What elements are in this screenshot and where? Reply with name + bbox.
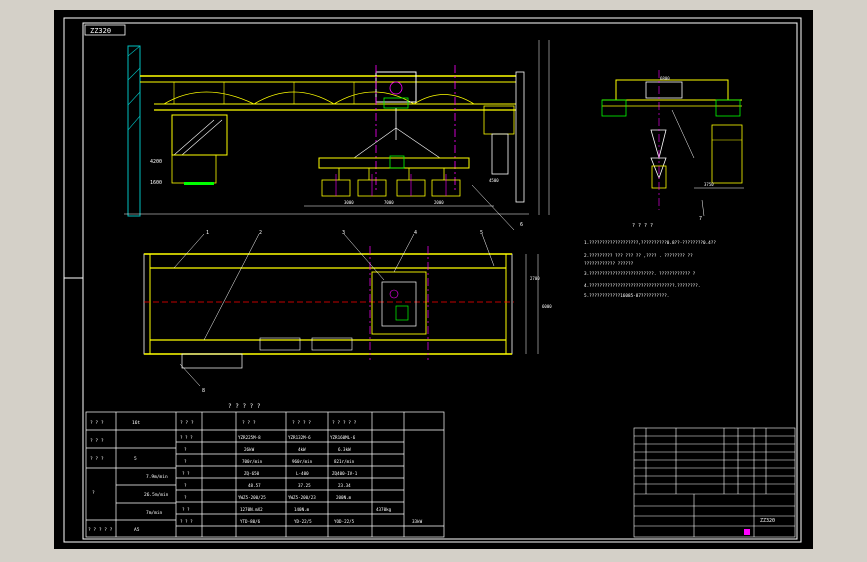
- spec-lift: 5: [134, 456, 137, 462]
- notes-title: ? ? ? ?: [632, 223, 653, 229]
- row-label-4: ?: [92, 490, 95, 496]
- note-1: 1.???????????????????,??????????0.8??-??…: [584, 240, 716, 246]
- row-label-3: ? ? ?: [90, 456, 104, 462]
- spec-speed-2: 26.5m/min: [144, 492, 169, 498]
- row-3-c2: L-400: [296, 471, 309, 476]
- col-head-1: ? ? ?: [242, 420, 256, 426]
- dim-2700: 2700: [530, 276, 540, 281]
- row-0-c3: YZR160ML-6: [330, 435, 356, 440]
- row-4-label: ?: [184, 483, 187, 488]
- dim-6800: 6800: [660, 76, 670, 81]
- row-7-label: ? ? ?: [180, 519, 193, 524]
- dim-4500: 4500: [489, 178, 499, 183]
- spec-capacity: 16t: [132, 420, 140, 426]
- row-7-c1: YTD-80/6: [240, 519, 261, 524]
- row-7-c2: YD-22/5: [294, 519, 312, 524]
- row-label-2: ? ? ?: [90, 438, 104, 444]
- col-head-0: ? ? ?: [180, 420, 194, 426]
- drawing-canvas: ZZ320 1600 4200 3000 7000 2000 4500 6 68…: [63, 17, 802, 543]
- spec-speed-3: 7m/min: [146, 510, 163, 516]
- row-1-c2: 4kW: [298, 447, 306, 452]
- row-6-label: ? ?: [182, 507, 190, 512]
- note-2b: ???????????? ??????: [584, 261, 634, 267]
- callout-6: 6: [520, 222, 523, 228]
- row-3-c1: ZQ-650: [244, 471, 260, 476]
- row-6-c1: 1270N.mX2: [240, 507, 263, 512]
- row-1-c1: 26kW: [244, 447, 255, 452]
- dim-7000: 7000: [384, 200, 394, 205]
- row-5-c1: YWZ5-200/25: [238, 495, 266, 500]
- row-label-1: ? ? ?: [90, 420, 104, 426]
- table-title: ? ? ? ? ?: [228, 403, 261, 410]
- col-head-2: ? ? ? ?: [292, 420, 311, 426]
- row-1-c3: 6.3kW: [338, 447, 351, 452]
- cad-viewport: ZZ320 1600 4200 3000 7000 2000 4500 6 68…: [0, 0, 867, 562]
- col-head-3: ? ? ? ? ?: [332, 420, 357, 426]
- callout-8: 8: [202, 388, 205, 394]
- dim-3000: 3000: [344, 200, 354, 205]
- row-2-label: ?: [184, 459, 187, 464]
- note-4: 4.?????????????????????????????????.????…: [584, 283, 700, 289]
- row-4-c2: 37.25: [298, 483, 311, 488]
- dim-1600: 1600: [150, 180, 162, 186]
- dim-6000: 6000: [542, 304, 552, 309]
- spec-rows: ? ? ? YZR225M-8 YZR132M-6 YZR160ML-6 ? 2…: [180, 435, 423, 524]
- row-6-c3: 4370kg: [376, 507, 392, 512]
- note-5: 5.????????????16085-87??????????.: [584, 293, 669, 299]
- row-5-label: ?: [184, 495, 187, 500]
- callout-7: 7: [699, 216, 702, 222]
- row-3-c3: ZQ400-IV-1: [332, 471, 358, 476]
- callout-4: 4: [414, 230, 417, 236]
- row-2-c3: 821r/min: [334, 459, 355, 464]
- row-7-c3: YOD-22/5: [334, 519, 355, 524]
- callout-3: 3: [342, 230, 345, 236]
- outer-border: [63, 17, 802, 543]
- side-view: [601, 70, 744, 217]
- spec-table: [85, 411, 445, 538]
- note-2: 2.????????? ??? ??? ?? ,???? . ???????? …: [584, 253, 693, 259]
- row-3-label: ? ?: [182, 471, 190, 476]
- callout-1: 1: [206, 230, 209, 236]
- row-0-label: ? ? ?: [180, 435, 193, 440]
- callout-5: 5: [480, 230, 483, 236]
- drawing-stamp: ZZ320: [90, 27, 111, 35]
- title-drawing-no: ZZ320: [760, 518, 775, 524]
- row-4-c1: 48.57: [248, 483, 261, 488]
- row-0-c1: YZR225M-8: [238, 435, 261, 440]
- dim-2000: 2000: [434, 200, 444, 205]
- row-2-c2: 960r/min: [292, 459, 313, 464]
- row-5-c2: YWZ5-200/23: [288, 495, 316, 500]
- row-2-c1: 700r/min: [242, 459, 263, 464]
- row-7-c4: 33kW: [412, 519, 423, 524]
- dim-3750: 3750: [704, 182, 714, 187]
- row-label-5: ? ? ? ? ?: [88, 527, 113, 533]
- drawing-sheet: ZZ320 1600 4200 3000 7000 2000 4500 6 68…: [54, 10, 813, 549]
- dim-4200: 4200: [150, 159, 162, 165]
- callout-2: 2: [259, 230, 262, 236]
- plan-view: [143, 233, 539, 387]
- row-4-c3: 23.34: [338, 483, 351, 488]
- row-6-c2: 140N.m: [294, 507, 310, 512]
- row-0-c2: YZR132M-6: [288, 435, 311, 440]
- elevation-view: [124, 40, 550, 231]
- spec-speed-1: 7.9m/min: [146, 474, 168, 480]
- note-3: 3.?????????????????????????. ???????????…: [584, 271, 696, 277]
- spec-duty: A5: [134, 527, 140, 533]
- title-mark: [744, 529, 750, 535]
- row-1-label: ?: [184, 447, 187, 452]
- row-5-c3: 200N.m: [336, 495, 352, 500]
